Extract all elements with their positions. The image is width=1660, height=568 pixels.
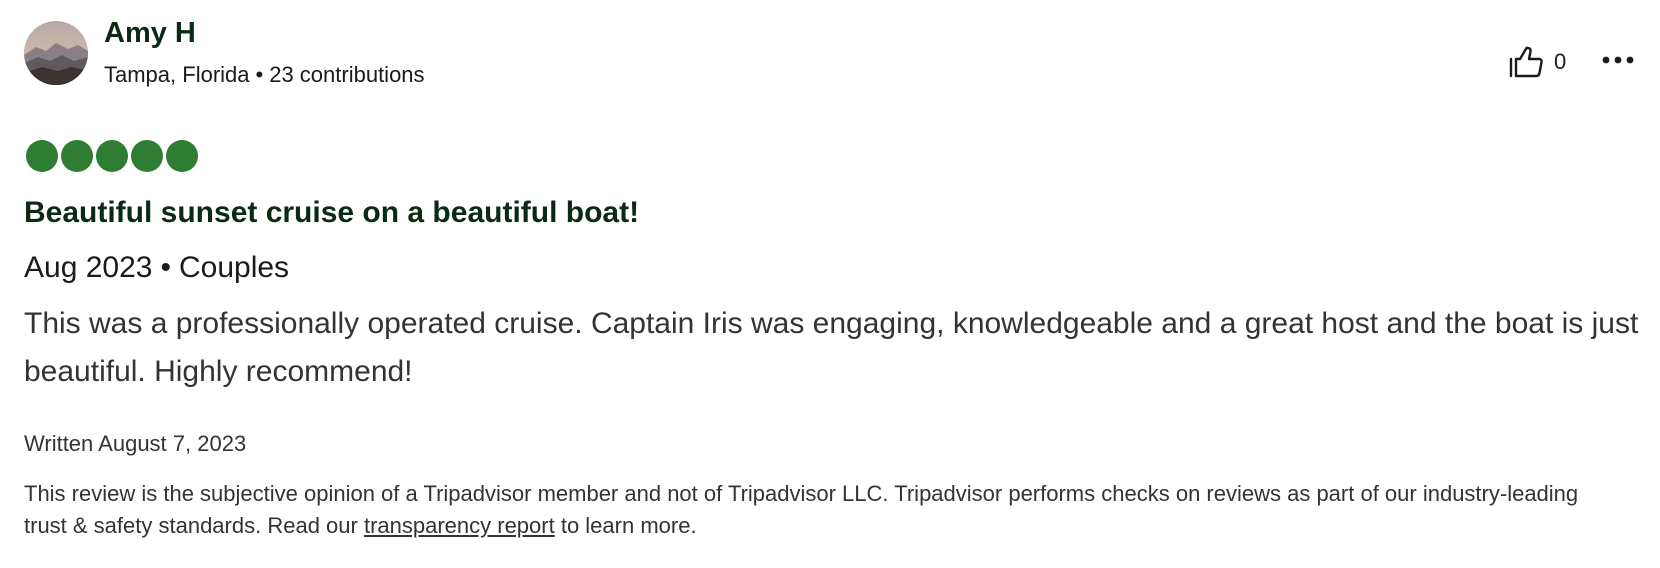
trip-type: Couples (178, 251, 290, 284)
trip-separator: • (160, 251, 171, 284)
rating-bubble (131, 140, 163, 172)
meta-separator: • (255, 62, 264, 87)
author-meta: Tampa, Florida • 23 contributions (104, 61, 425, 89)
trip-date: Aug 2023 (24, 251, 153, 284)
rating-bubble (26, 140, 58, 172)
review-title[interactable]: Beautiful sunset cruise on a beautiful b… (24, 194, 639, 232)
avatar-image (24, 21, 88, 85)
avatar[interactable] (24, 21, 88, 85)
helpful-vote-button[interactable]: 0 (1508, 40, 1566, 84)
trip-info: Aug 2023 • Couples (24, 249, 289, 287)
thumbs-up-icon (1509, 46, 1543, 78)
written-date: Written August 7, 2023 (24, 431, 247, 456)
rating-bubbles (26, 140, 198, 172)
disclaimer-text-end: to learn more. (554, 513, 697, 538)
author-name[interactable]: Amy H (104, 16, 196, 50)
rating-bubble (61, 140, 93, 172)
more-options-icon (1602, 56, 1634, 64)
review-card: Amy H Tampa, Florida • 23 contributions 0 … (0, 0, 1660, 568)
rating-bubble (166, 140, 198, 172)
helpful-count: 0 (1554, 49, 1567, 74)
disclaimer-text: This review is the subjective opinion of… (24, 481, 1579, 538)
transparency-report-link[interactable]: transparency report (364, 513, 555, 538)
author-location: Tampa, Florida (104, 62, 250, 87)
disclaimer: This review is the subjective opinion of… (24, 478, 1624, 542)
author-contributions: 23 contributions (269, 62, 425, 87)
rating-bubble (96, 140, 128, 172)
review-body: This was a professionally operated cruis… (24, 307, 1639, 388)
more-options-button[interactable] (1596, 40, 1640, 80)
